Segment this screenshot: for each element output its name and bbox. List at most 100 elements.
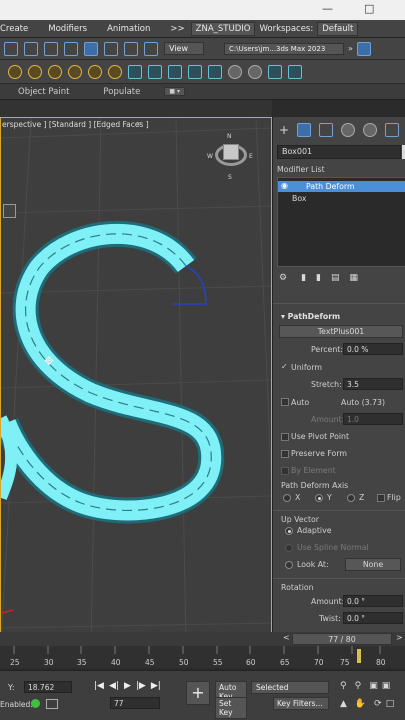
by-element-checkbox[interactable]	[281, 467, 289, 475]
scale-icon[interactable]	[124, 41, 138, 56]
view-toggle-icon[interactable]	[356, 41, 371, 56]
amount-spinner[interactable]: 1.0	[343, 413, 403, 425]
key-mode-dropdown[interactable]: Selected	[251, 681, 329, 694]
flip-checkbox[interactable]	[377, 494, 385, 502]
percent-spinner[interactable]: 0.0 %	[343, 343, 403, 355]
motion-tab-icon[interactable]	[341, 123, 356, 137]
show-end-result-icon[interactable]: ▮	[301, 273, 306, 283]
stack-item-box[interactable]: Box	[278, 193, 405, 204]
place-icon[interactable]	[144, 41, 158, 56]
display-tab-icon[interactable]	[363, 123, 378, 137]
sun-icon[interactable]	[68, 64, 82, 79]
material-editor-icon[interactable]	[248, 64, 262, 79]
twist-spinner[interactable]: 0.0 °	[343, 612, 403, 624]
scatter-icon[interactable]	[208, 64, 222, 79]
viewcube-west[interactable]: W	[207, 153, 213, 160]
play-icon[interactable]: ▶	[124, 681, 131, 691]
menu-animation[interactable]: Animation	[107, 24, 150, 34]
go-to-end-icon[interactable]: ▶|	[151, 681, 161, 691]
sphere-light-icon[interactable]	[8, 64, 22, 79]
time-slider[interactable]: 77 / 80 < >	[0, 632, 405, 646]
hierarchy-tab-icon[interactable]	[319, 123, 334, 137]
minimize-icon[interactable]: —	[322, 2, 333, 15]
menu-modifiers[interactable]: Modifiers	[48, 24, 87, 34]
pyramid-icon[interactable]	[168, 64, 182, 79]
rollout-title[interactable]: ▾ PathDeform	[281, 312, 340, 321]
material-ball-icon[interactable]	[228, 64, 242, 79]
look-at-button[interactable]: None	[345, 558, 401, 571]
utilities-tab-icon[interactable]	[385, 123, 400, 137]
photometric-icon[interactable]	[108, 64, 122, 79]
axis-y-radio[interactable]	[315, 494, 323, 502]
move-icon[interactable]	[84, 41, 98, 56]
menu-overflow[interactable]: >>	[170, 24, 184, 34]
next-key-icon[interactable]: |▶	[136, 681, 146, 691]
adaptive-radio[interactable]	[285, 527, 293, 535]
render-setup-icon[interactable]	[288, 64, 302, 79]
orbit-icon[interactable]: ⟳	[374, 699, 382, 709]
y-coord-field[interactable]: 18.762	[24, 681, 72, 693]
viewcube-south[interactable]: S	[228, 174, 232, 181]
rotate-icon[interactable]	[104, 41, 118, 56]
pick-path-button[interactable]: TextPlus001	[279, 325, 403, 338]
ribbon-options-dropdown[interactable]: ■ ▾	[164, 87, 185, 96]
toolbar-overflow-icon[interactable]: »	[348, 44, 353, 53]
project-path-field[interactable]: C:\Users\jm...3ds Max 2023	[224, 42, 344, 55]
use-pivot-checkbox[interactable]	[281, 433, 289, 441]
select-icon[interactable]	[64, 41, 78, 56]
prev-key-icon[interactable]: ◀|	[109, 681, 119, 691]
next-frame-icon[interactable]: >	[396, 633, 403, 642]
zoom-icon[interactable]: ⚲	[340, 681, 347, 691]
reference-coord-dropdown[interactable]: View	[164, 42, 204, 55]
link-icon[interactable]	[24, 41, 38, 56]
tab-populate[interactable]: Populate	[103, 87, 140, 97]
make-unique-icon[interactable]: ▮	[316, 273, 321, 283]
render-icon[interactable]	[268, 64, 282, 79]
plant-icon[interactable]	[188, 64, 202, 79]
field-of-view-icon[interactable]: ▲	[340, 699, 347, 709]
add-key-icon[interactable]: +	[186, 681, 210, 705]
viewcube-box[interactable]	[223, 144, 239, 160]
app-name-dropdown[interactable]: ZNA_STUDIO	[190, 21, 256, 36]
configure-sets-icon[interactable]: ▦	[350, 273, 359, 283]
uniform-checkbox[interactable]: ✓	[281, 362, 288, 371]
zoom-extents-all-icon[interactable]: ▣	[382, 681, 391, 691]
time-slider-handle[interactable]: 77 / 80	[292, 633, 392, 645]
enabled-indicator-icon[interactable]	[31, 699, 40, 708]
current-frame-field[interactable]: 77	[110, 697, 160, 709]
menu-create[interactable]: Create	[0, 24, 28, 34]
modifier-list-label[interactable]: Modifier List	[277, 165, 325, 174]
prev-frame-icon[interactable]: <	[283, 633, 290, 642]
tab-object-paint[interactable]: Object Paint	[18, 87, 69, 97]
eye-icon[interactable]: ◉	[281, 181, 288, 190]
perspective-viewport[interactable]: N S W E ✥	[0, 117, 272, 642]
viewcube-east[interactable]: E	[249, 153, 253, 160]
select-region-icon[interactable]	[44, 41, 58, 56]
spot-icon[interactable]	[48, 64, 62, 79]
set-key-button[interactable]: Set Key	[215, 697, 247, 719]
grid-toggle-icon[interactable]	[46, 699, 58, 709]
maximize-viewport-icon[interactable]: □	[386, 699, 395, 709]
sky-icon[interactable]	[88, 64, 102, 79]
modify-tab-icon[interactable]	[297, 123, 312, 137]
auto-checkbox[interactable]	[281, 398, 289, 406]
filter-icon[interactable]: ▿	[137, 119, 141, 128]
undo-icon[interactable]	[4, 41, 18, 56]
workspaces-dropdown[interactable]: Default	[317, 21, 359, 36]
viewcube-north[interactable]: N	[227, 133, 232, 140]
maximize-icon[interactable]: □	[364, 2, 374, 15]
stack-item-path-deform[interactable]: ◉ Path Deform	[278, 181, 405, 192]
create-tab-icon[interactable]: +	[279, 123, 289, 137]
preserve-form-checkbox[interactable]	[281, 450, 289, 458]
omni-icon[interactable]	[28, 64, 42, 79]
remove-modifier-icon[interactable]: ▤	[331, 273, 340, 283]
look-at-radio[interactable]	[285, 561, 293, 569]
box-icon[interactable]	[128, 64, 142, 79]
stretch-spinner[interactable]: 3.5	[343, 378, 403, 390]
rotation-amount-spinner[interactable]: 0.0 °	[343, 595, 403, 607]
viewport-label[interactable]: erspective ] [Standard ] [Edged Faces ]	[2, 120, 149, 129]
pin-stack-icon[interactable]: ⚙	[279, 273, 287, 283]
zoom-all-icon[interactable]: ⚲	[355, 681, 362, 691]
viewcube[interactable]: N S W E	[207, 133, 253, 181]
pan-icon[interactable]: ✋	[355, 699, 366, 709]
